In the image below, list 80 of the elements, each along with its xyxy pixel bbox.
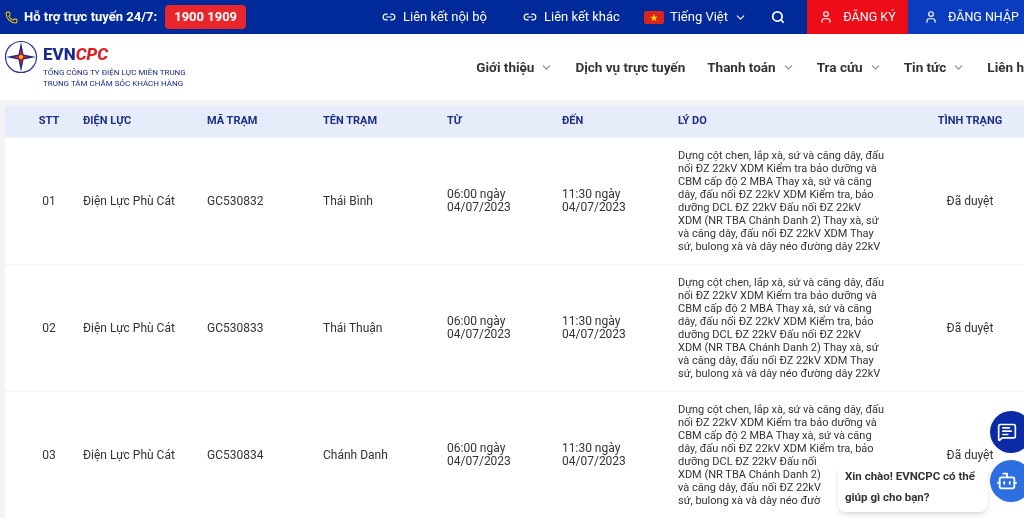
chat-bubble: Xin chào! EVNCPC có thể giúp gì cho bạn? [838,462,988,512]
reason-text-line: XDM (NR TBA Chánh Danh 2) [678,468,821,481]
robot-icon [996,470,1018,492]
table-cell-text: Thái Bình [323,194,374,208]
column-header: STT [37,113,60,130]
column-header: TÌNH TRẠNG [937,113,1003,130]
star-logo-icon [4,39,38,74]
column-header: ĐẾN [562,113,585,130]
chat-icon [997,422,1017,442]
table-cell-text: 02 [41,321,56,335]
table-cell-text: 11:30 ngày 04/07/2023 [562,442,627,468]
table-cell-text: Điện Lực Phù Cát [83,194,176,208]
phone-icon [5,10,18,24]
reason-text-line: Dựng cột chen, lắp xà, sứ và căng dây, đấu [678,403,885,416]
table-cell-text: Điện Lực Phù Cát [83,448,176,462]
language-selector[interactable]: Tiếng Việt [643,7,747,27]
top-link[interactable]: Liên kết khác [522,7,620,27]
reason-text-line: dây, đấu nối ĐZ 22kV XDM Kiểm tra, bảo [678,188,874,201]
table-cell: Đã duyệt [946,194,994,208]
reason-text-line: nối ĐZ 22kV XDM Kiểm tra bảo dưỡng và [678,289,877,302]
reason-text-line: dây, đấu nối ĐZ 22kV XDM Kiểm tra, bảo [678,442,874,455]
reason-text-line: Dựng cột chen, lắp xà, sứ và căng dây, đấu [678,276,885,289]
column-header: LÝ DO [678,113,708,130]
reason-text-line: và căng dây, đấu nối ĐZ 22kV XDM Thay [678,227,874,240]
register-button[interactable]: ĐĂNG KÝ [807,0,908,34]
reason-text-line: dưỡng DCL ĐZ 22kV Đấu nối [678,455,817,468]
reason-text-line: dưỡng DCL ĐZ 22kV Đấu nối ĐZ 22kV [678,328,861,341]
table-cell-text: GC530833 [207,321,265,335]
brand-name: EVNCPC [43,45,109,63]
top-link[interactable]: Liên kết nội bộ [381,7,487,27]
table-cell-text: Điện Lực Phù Cát [83,321,176,335]
reason-text-line: XDM (NR TBA Chánh Danh 2) Thay xà, sứ [678,341,879,354]
link-icon [381,10,396,24]
table-cell-text: 01 [41,194,56,208]
table-cell-text: 11:30 ngày 04/07/2023 [562,188,627,214]
reason-text-line: dây, đấu nối ĐZ 22kV XDM Kiểm tra, bảo [678,315,874,328]
search-icon[interactable] [771,10,785,24]
reason-text-line: CBM cấp độ 2 MBA Thay xà, sứ và căng [678,429,872,442]
company-name: TỔNG CÔNG TY ĐIỆN LỰC MIỀN TRUNG [43,66,186,78]
reason-text-line: CBM cấp độ 2 MBA Thay xà, sứ và căng [678,175,872,188]
hotline-button[interactable]: 1900 1909 [165,5,247,29]
login-button[interactable]: ĐĂNG NHẬP [908,0,1024,34]
reason-text-line: Dựng cột chen, lắp xà, sứ và căng dây, đấu [678,149,885,162]
table-cell-text: 06:00 ngày 04/07/2023 [447,442,512,468]
nav-item[interactable]: Thanh toán [707,56,795,78]
table-cell-text: Thái Thuận [323,321,384,335]
user-icon [924,10,938,24]
reason-text-line: dưỡng DCL ĐZ 22kV Đấu nối ĐZ 22kV [678,201,861,214]
vietnam-flag-icon [643,10,664,24]
table-cell-text: 06:00 ngày 04/07/2023 [447,315,512,341]
column-header: ĐIỆN LỰC [83,113,133,130]
table-cell-text: 06:00 ngày 04/07/2023 [447,188,512,214]
nav-item[interactable]: Tra cứu [816,56,882,78]
table-cell: Đã duyệt [946,448,994,462]
column-header: TÊN TRẠM [323,113,379,130]
nav-item[interactable]: Tin tức [903,56,966,78]
column-header: TỪ [447,113,464,130]
table-cell-text: GC530834 [207,448,265,462]
reason-text-line: sứ, bulong xà và dây néo đường dây 22kV [678,367,881,380]
reason-text-line: sứ, bulong xà và dây néo đường dây 22kV [678,240,881,253]
table-cell-text: Chánh Danh [323,448,389,462]
reason-text-line: nối ĐZ 22kV XDM Kiểm tra bảo dưỡng và [678,416,877,429]
link-icon [522,10,537,24]
nav-item[interactable]: Dịch vụ trực tuyến [575,56,686,78]
table-cell-text: 03 [41,448,56,462]
reason-text-line: và căng dây, đấu nối ĐZ 22kV [678,481,821,494]
support-label: Hỗ trợ trực tuyến 24/7: [24,8,158,27]
table-cell-text: 11:30 ngày 04/07/2023 [562,315,627,341]
reason-text-line: sứ, bulong xà và dây néo đườ [678,494,821,507]
column-header: MÃ TRẠM [207,113,259,130]
center-name: TRUNG TÂM CHĂM SÓC KHÁCH HÀNG [43,77,185,89]
reason-text-line: và căng dây, đấu nối ĐZ 22kV XDM Thay [678,354,874,367]
nav-item[interactable]: Giới thiệu [476,56,554,78]
user-icon [819,10,834,24]
table-cell: Đã duyệt [946,321,994,335]
reason-text-line: CBM cấp độ 2 MBA Thay xà, sứ và căng [678,302,872,315]
nav-item[interactable]: Liên h [987,56,1024,78]
table-cell-text: GC530832 [207,194,265,208]
reason-text-line: nối ĐZ 22kV XDM Kiểm tra bảo dưỡng và [678,162,877,175]
reason-text-line: XDM (NR TBA Chánh Danh 2) Thay xà, sứ [678,214,879,227]
